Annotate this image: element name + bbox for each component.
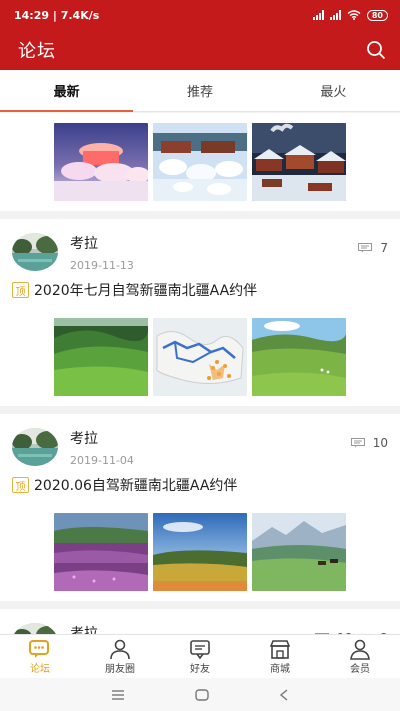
tab-recommended[interactable]: 推荐: [133, 70, 266, 111]
status-right: 80: [312, 9, 388, 21]
home-icon[interactable]: [195, 688, 209, 701]
post-date: 2019-11-13: [70, 259, 134, 272]
status-left: 14:29 | 7.4K/s: [14, 8, 100, 22]
comment-icon: [350, 438, 365, 448]
status-time: 14:29: [14, 8, 50, 22]
comment-icon: [358, 243, 373, 253]
banner-carousel[interactable]: [0, 113, 400, 211]
post-images: [0, 513, 400, 591]
nav-item-store[interactable]: 商城: [240, 635, 320, 678]
pinned-badge: 顶: [12, 477, 29, 493]
nav-label: 朋友圈: [105, 664, 135, 675]
app-bar: 论坛: [0, 30, 400, 70]
member-icon: [350, 639, 370, 660]
author-name[interactable]: 考拉: [70, 233, 134, 253]
wifi-icon: [347, 10, 361, 20]
menu-icon[interactable]: [111, 689, 125, 700]
post-title[interactable]: 2020年七月自驾新疆南北疆AA约伴: [34, 280, 257, 300]
post-image-route-map[interactable]: [153, 318, 247, 396]
tab-bar: 最新 推荐 最火: [0, 70, 400, 112]
post-image-grassland[interactable]: [252, 318, 346, 396]
post-header: 考拉 2019-11-13: [0, 219, 400, 273]
post-date: 2019-11-04: [70, 454, 134, 467]
nav-item-friends-circle[interactable]: 朋友圈: [80, 635, 160, 678]
nav-label: 论坛: [30, 664, 50, 675]
post-image-horses-pasture[interactable]: [252, 513, 346, 591]
post-title-row[interactable]: 顶 2020年七月自驾新疆南北疆AA约伴: [0, 273, 400, 301]
forum-icon: [29, 640, 49, 658]
post-title-row[interactable]: 顶 2020.06自驾新疆南北疆AA约伴: [0, 468, 400, 496]
nav-item-forum[interactable]: 论坛: [0, 635, 80, 678]
comment-count-value: 7: [380, 241, 388, 255]
comment-count-value: 10: [372, 436, 388, 450]
post-title[interactable]: 2020.06自驾新疆南北疆AA约伴: [34, 475, 237, 495]
post-card[interactable]: 考拉 2019-11-04 10 顶 2020.06自驾新疆南北疆AA约伴: [0, 414, 400, 601]
banner-image-snow-houses[interactable]: [252, 123, 346, 201]
search-icon[interactable]: [366, 40, 386, 60]
pinned-badge: 顶: [12, 282, 29, 298]
post-image-sunset-meadow[interactable]: [153, 513, 247, 591]
banner-image-snow-village[interactable]: [153, 123, 247, 201]
back-icon[interactable]: [279, 688, 289, 701]
comment-count: 7: [358, 241, 388, 255]
post-images: [0, 318, 400, 396]
signal-icon-2: [329, 10, 341, 20]
friends-icon: [190, 640, 210, 660]
signal-icon: [312, 10, 324, 20]
comment-count: 10: [350, 436, 388, 450]
nav-label: 会员: [350, 664, 370, 675]
network-speed: 7.4K/s: [60, 8, 100, 22]
author-info: 考拉 2019-11-13: [70, 233, 134, 272]
friends-circle-icon: [110, 639, 130, 660]
post-image-flower-field[interactable]: [54, 513, 148, 591]
status-bar: 14:29 | 7.4K/s 80: [0, 0, 400, 30]
tab-hottest[interactable]: 最火: [267, 70, 400, 111]
avatar[interactable]: [12, 428, 58, 466]
post-header: 考拉 2019-11-04: [0, 414, 400, 468]
nav-label: 好友: [190, 664, 210, 675]
author-info: 考拉 2019-11-04: [70, 428, 134, 467]
nav-label: 商城: [270, 664, 290, 675]
page-title: 论坛: [18, 41, 56, 62]
bottom-navigation: 论坛 朋友圈 好友 商城 会员: [0, 634, 400, 678]
post-image-green-hills[interactable]: [54, 318, 148, 396]
feed: 考拉 2019-11-13 7 顶 2020年七月自驾新疆南北疆AA约伴 考拉 …: [0, 113, 400, 697]
avatar[interactable]: [12, 233, 58, 271]
store-icon: [269, 640, 291, 659]
tab-latest[interactable]: 最新: [0, 70, 134, 112]
system-navigation-bar: [0, 678, 400, 711]
nav-item-member[interactable]: 会员: [320, 635, 400, 678]
author-name[interactable]: 考拉: [70, 428, 134, 448]
top-bar: 14:29 | 7.4K/s 80 论坛: [0, 0, 400, 70]
nav-item-friends[interactable]: 好友: [160, 635, 240, 678]
battery-indicator: 80: [366, 9, 388, 21]
banner-image-snow-town-night[interactable]: [54, 123, 148, 201]
post-card[interactable]: 考拉 2019-11-13 7 顶 2020年七月自驾新疆南北疆AA约伴: [0, 219, 400, 406]
